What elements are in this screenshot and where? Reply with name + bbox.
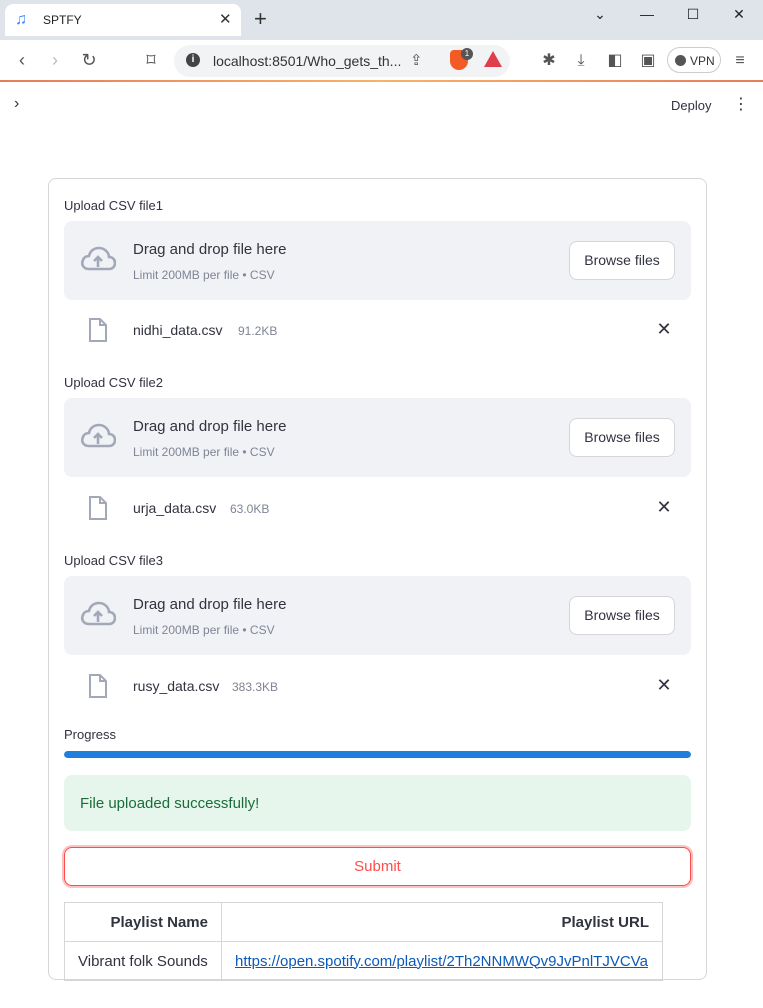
cloud-upload-icon [80, 423, 116, 448]
tab-close-icon[interactable]: ✕ [219, 11, 232, 29]
file-size: 63.0KB [230, 502, 270, 516]
tab-title: SPTFY [43, 13, 82, 27]
cloud-upload-icon [80, 601, 116, 626]
close-icon[interactable]: ✕ [654, 497, 674, 517]
uploader-label-2: Upload CSV file2 [64, 375, 163, 390]
brave-rewards-icon[interactable] [484, 51, 502, 67]
dropzone-2[interactable]: Drag and drop file here Limit 200MB per … [64, 398, 691, 477]
forward-icon[interactable]: › [44, 50, 66, 70]
file-icon [89, 674, 107, 698]
table-row: Vibrant folk Sounds https://open.spotify… [64, 941, 663, 981]
page-scrollbar[interactable] [755, 128, 763, 1008]
music-note-icon: ♫ [15, 11, 27, 28]
minimize-button[interactable]: — [637, 6, 657, 22]
uploaded-file-1: nidhi_data.csv 91.2KB ✕ [64, 310, 691, 350]
browser-tab[interactable]: ♫ SPTFY ✕ [5, 4, 241, 36]
file-size: 383.3KB [232, 680, 279, 694]
cloud-upload-icon [80, 246, 116, 271]
playlist-name-cell: Vibrant folk Sounds [64, 941, 222, 981]
vpn-label: VPN [690, 54, 715, 68]
file-name: rusy_data.csv [133, 678, 220, 694]
share-icon[interactable]: ⇪ [410, 51, 423, 69]
main-menu-icon[interactable]: ⋮ [733, 95, 749, 115]
deploy-button[interactable]: Deploy [671, 98, 711, 113]
browse-files-button[interactable]: Browse files [569, 418, 675, 457]
uploader-label-1: Upload CSV file1 [64, 198, 163, 213]
close-icon[interactable]: ✕ [654, 675, 674, 695]
sidebar-panel-icon[interactable]: ◧ [604, 51, 626, 71]
success-message: File uploaded successfully! [80, 795, 260, 812]
window-close-button[interactable]: ✕ [729, 6, 749, 23]
url-text[interactable]: localhost:8501/Who_gets_th... [213, 53, 401, 69]
site-info-icon[interactable]: i [186, 53, 200, 67]
uploader-label-3: Upload CSV file3 [64, 553, 163, 568]
column-header-playlist-url: Playlist URL [221, 902, 663, 942]
browse-files-button[interactable]: Browse files [569, 596, 675, 635]
reload-icon[interactable]: ↻ [78, 50, 100, 70]
file-size: 91.2KB [238, 324, 278, 338]
bookmark-icon[interactable]: ⌑ [140, 50, 162, 70]
progress-bar-fill [64, 751, 691, 758]
maximize-button[interactable]: ☐ [683, 6, 703, 23]
column-header-playlist-name: Playlist Name [64, 902, 222, 942]
uploaded-file-2: urja_data.csv 63.0KB ✕ [64, 488, 691, 528]
browser-menu-icon[interactable]: ≡ [729, 51, 751, 71]
file-icon [89, 496, 107, 520]
dropzone-1[interactable]: Drag and drop file here Limit 200MB per … [64, 221, 691, 300]
close-icon[interactable]: ✕ [654, 319, 674, 339]
drop-title: Drag and drop file here [133, 596, 287, 613]
extensions-icon[interactable]: ✱ [538, 51, 560, 71]
wallet-icon[interactable]: ▣ [637, 51, 659, 71]
submit-button[interactable]: Submit [64, 847, 691, 886]
file-name: urja_data.csv [133, 500, 217, 516]
url-field[interactable]: i localhost:8501/Who_gets_th... ⇪ 1 [174, 45, 510, 77]
browse-files-button[interactable]: Browse files [569, 241, 675, 280]
chevron-right-icon[interactable]: › [14, 94, 28, 114]
vpn-button[interactable]: VPN [667, 47, 721, 73]
drop-limit: Limit 200MB per file • CSV [133, 445, 275, 459]
shields-count-badge: 1 [461, 48, 473, 60]
playlist-url-link[interactable]: https://open.spotify.com/playlist/2Th2NN… [235, 953, 648, 970]
uploaded-file-3: rusy_data.csv 383.3KB ✕ [64, 666, 691, 706]
playlist-url-cell: https://open.spotify.com/playlist/2Th2NN… [221, 941, 663, 981]
progress-label: Progress [64, 727, 117, 742]
success-alert: File uploaded successfully! [64, 775, 691, 831]
new-tab-button[interactable]: + [254, 7, 267, 31]
download-icon[interactable]: ⤓ [570, 51, 592, 71]
file-icon [89, 318, 107, 342]
drop-limit: Limit 200MB per file • CSV [133, 268, 275, 282]
table-header-row: Playlist Name Playlist URL [64, 902, 663, 942]
playlist-table: Playlist Name Playlist URL Vibrant folk … [64, 902, 663, 981]
dropzone-3[interactable]: Drag and drop file here Limit 200MB per … [64, 576, 691, 655]
drop-limit: Limit 200MB per file • CSV [133, 623, 275, 637]
browser-tab-strip: ♫ SPTFY ✕ + ⌄ — ☐ ✕ [0, 0, 763, 40]
address-bar-row: ‹ › ↻ ⌑ i localhost:8501/Who_gets_th... … [0, 40, 763, 82]
drop-title: Drag and drop file here [133, 241, 287, 258]
app-header: › Deploy ⋮ [0, 82, 763, 128]
tab-search-dropdown-icon[interactable]: ⌄ [590, 6, 610, 23]
file-name: nidhi_data.csv [133, 322, 223, 338]
drop-title: Drag and drop file here [133, 418, 287, 435]
back-icon[interactable]: ‹ [11, 50, 33, 70]
vpn-status-icon [675, 55, 686, 66]
progress-bar [64, 751, 691, 758]
